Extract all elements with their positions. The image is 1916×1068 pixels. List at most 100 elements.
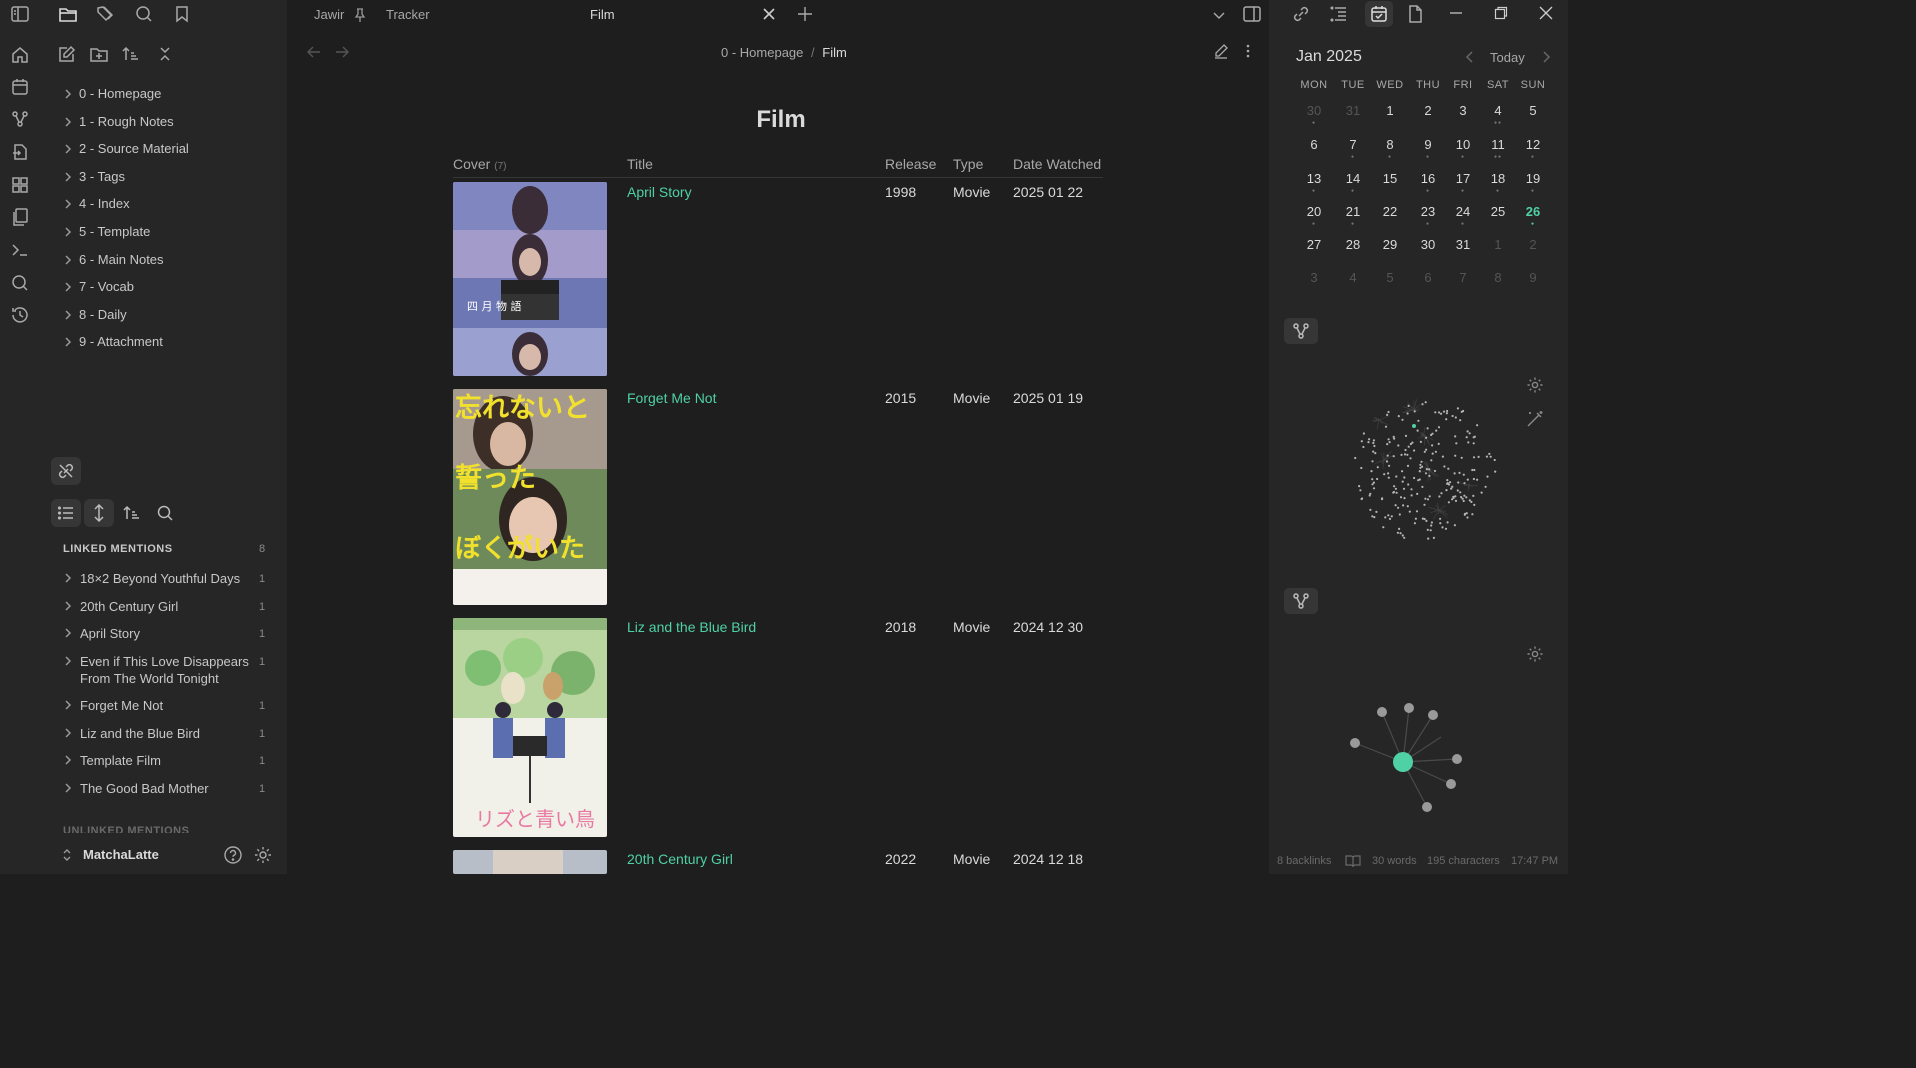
film-link-april-story[interactable]: April Story — [627, 184, 692, 200]
mention-item[interactable]: Even if This Love Disappears From The Wo… — [62, 653, 265, 687]
new-note-icon[interactable] — [58, 45, 76, 63]
folder-item[interactable]: 6 - Main Notes — [62, 249, 282, 277]
calendar-day[interactable]: 27 — [1297, 237, 1331, 252]
close-tab-icon[interactable] — [762, 7, 776, 21]
bookmark-icon[interactable] — [172, 4, 192, 24]
minimize-icon[interactable] — [1449, 6, 1463, 20]
calendar-day[interactable]: 29 — [1373, 237, 1407, 252]
calendar-day[interactable]: 30 ● — [1297, 103, 1331, 126]
calendar-day[interactable]: 4 ●● — [1481, 103, 1515, 126]
calendar-day[interactable]: 3 — [1297, 270, 1331, 285]
help-icon[interactable] — [223, 845, 243, 865]
folder-item[interactable]: 5 - Template — [62, 221, 282, 249]
column-header-release[interactable]: Release — [885, 156, 936, 172]
graph-icon[interactable] — [10, 109, 30, 129]
mention-item[interactable]: 20th Century Girl 1 — [62, 598, 282, 615]
folder-item[interactable]: 1 - Rough Notes — [62, 111, 282, 139]
tab-jawir[interactable]: Jawir — [314, 7, 344, 22]
breadcrumb-current[interactable]: Film — [822, 45, 847, 60]
calendar-day[interactable]: 6 — [1411, 270, 1445, 285]
local-graph-canvas[interactable] — [1339, 690, 1479, 820]
dashboard-icon[interactable] — [10, 175, 30, 195]
files-icon[interactable] — [10, 207, 30, 227]
folder-item[interactable]: 7 - Vocab — [62, 276, 282, 304]
outline-icon[interactable] — [1329, 4, 1349, 24]
edit-icon[interactable] — [1213, 43, 1229, 59]
calendar-tab-icon[interactable] — [1365, 1, 1393, 27]
prev-month-icon[interactable] — [1464, 50, 1476, 64]
tab-film[interactable]: Film — [590, 7, 615, 22]
column-header-title[interactable]: Title — [627, 156, 653, 172]
calendar-day[interactable]: 31 — [1336, 103, 1370, 118]
graph-view-tab-button[interactable] — [1284, 588, 1318, 614]
calendar-day[interactable]: 28 — [1336, 237, 1370, 252]
local-graph-tab-button[interactable] — [1284, 318, 1318, 344]
breadcrumb-parent[interactable]: 0 - Homepage — [721, 45, 803, 60]
sort-button[interactable] — [117, 499, 147, 527]
close-window-icon[interactable] — [1539, 6, 1553, 20]
calendar-day[interactable]: 12 ● — [1516, 137, 1550, 160]
calendar-day[interactable]: 14 ● — [1336, 171, 1370, 194]
today-button[interactable]: Today — [1490, 50, 1525, 65]
calendar-day[interactable]: 7 — [1446, 270, 1480, 285]
mention-item[interactable]: 18×2 Beyond Youthful Days 1 — [62, 570, 282, 587]
tab-tracker[interactable]: Tracker — [386, 7, 430, 22]
new-folder-icon[interactable] — [90, 45, 108, 63]
calendar-day[interactable]: 21 ● — [1336, 204, 1370, 227]
search-icon[interactable] — [10, 273, 30, 293]
film-link-forget-me-not[interactable]: Forget Me Not — [627, 390, 716, 406]
expand-button[interactable] — [84, 499, 114, 527]
calendar-day[interactable]: 4 — [1336, 270, 1370, 285]
global-graph-canvas[interactable] — [1344, 390, 1504, 550]
status-backlinks[interactable]: 8 backlinks — [1277, 855, 1331, 867]
calendar-day[interactable]: 26 ● — [1516, 204, 1550, 227]
calendar-day[interactable]: 24 ● — [1446, 204, 1480, 227]
calendar-day[interactable]: 10 ● — [1446, 137, 1480, 160]
calendar-day[interactable]: 25 — [1481, 204, 1515, 219]
terminal-icon[interactable] — [10, 240, 30, 260]
home-icon[interactable] — [10, 45, 30, 65]
more-options-icon[interactable] — [1240, 43, 1256, 59]
folder-item[interactable]: 8 - Daily — [62, 304, 282, 332]
calendar-day[interactable]: 2 — [1516, 237, 1550, 252]
mention-item[interactable]: Template Film 1 — [62, 752, 282, 769]
calendar-day[interactable]: 5 — [1516, 103, 1550, 118]
mention-item[interactable]: Liz and the Blue Bird 1 — [62, 725, 282, 742]
history-icon[interactable] — [10, 305, 30, 325]
vault-name[interactable]: MatchaLatte — [83, 847, 159, 862]
new-tab-icon[interactable] — [797, 6, 813, 22]
calendar-day[interactable]: 23 ● — [1411, 204, 1445, 227]
folder-item[interactable]: 3 - Tags — [62, 166, 282, 194]
calendar-day[interactable]: 11 ●● — [1481, 137, 1515, 160]
back-arrow-icon[interactable] — [306, 44, 322, 60]
graph-settings-icon[interactable] — [1526, 376, 1544, 394]
sort-icon[interactable] — [122, 45, 140, 63]
calendar-day[interactable]: 1 — [1373, 103, 1407, 118]
next-month-icon[interactable] — [1540, 50, 1552, 64]
search-mentions-button[interactable] — [150, 499, 180, 527]
import-icon[interactable] — [10, 142, 30, 162]
folder-item[interactable]: 0 - Homepage — [62, 83, 282, 111]
calendar-day[interactable]: 8 — [1481, 270, 1515, 285]
calendar-day[interactable]: 8 ● — [1373, 137, 1407, 160]
search-icon[interactable] — [134, 4, 154, 24]
folder-item[interactable]: 9 - Attachment — [62, 331, 282, 359]
calendar-day[interactable]: 3 — [1446, 103, 1480, 118]
list-view-button[interactable] — [51, 499, 81, 527]
right-sidebar-toggle-icon[interactable] — [1242, 4, 1262, 24]
calendar-day[interactable]: 9 — [1516, 270, 1550, 285]
calendar-day[interactable]: 30 — [1411, 237, 1445, 252]
column-header-date[interactable]: Date Watched — [1013, 156, 1101, 172]
collapse-all-icon[interactable] — [156, 45, 174, 63]
unlinked-mentions-header[interactable]: UNLINKED MENTIONS — [63, 825, 189, 833]
pin-icon[interactable] — [352, 7, 368, 23]
local-graph-settings-icon[interactable] — [1526, 645, 1544, 663]
magic-wand-icon[interactable] — [1526, 410, 1544, 428]
calendar-day[interactable]: 5 — [1373, 270, 1407, 285]
vault-switch-icon[interactable] — [60, 848, 74, 862]
film-link-liz-and-the-blue-bird[interactable]: Liz and the Blue Bird — [627, 619, 756, 635]
folder-item[interactable]: 4 - Index — [62, 193, 282, 221]
folder-icon[interactable] — [58, 4, 78, 24]
tab-list-chevron-icon[interactable] — [1211, 7, 1227, 23]
calendar-day[interactable]: 20 ● — [1297, 204, 1331, 227]
